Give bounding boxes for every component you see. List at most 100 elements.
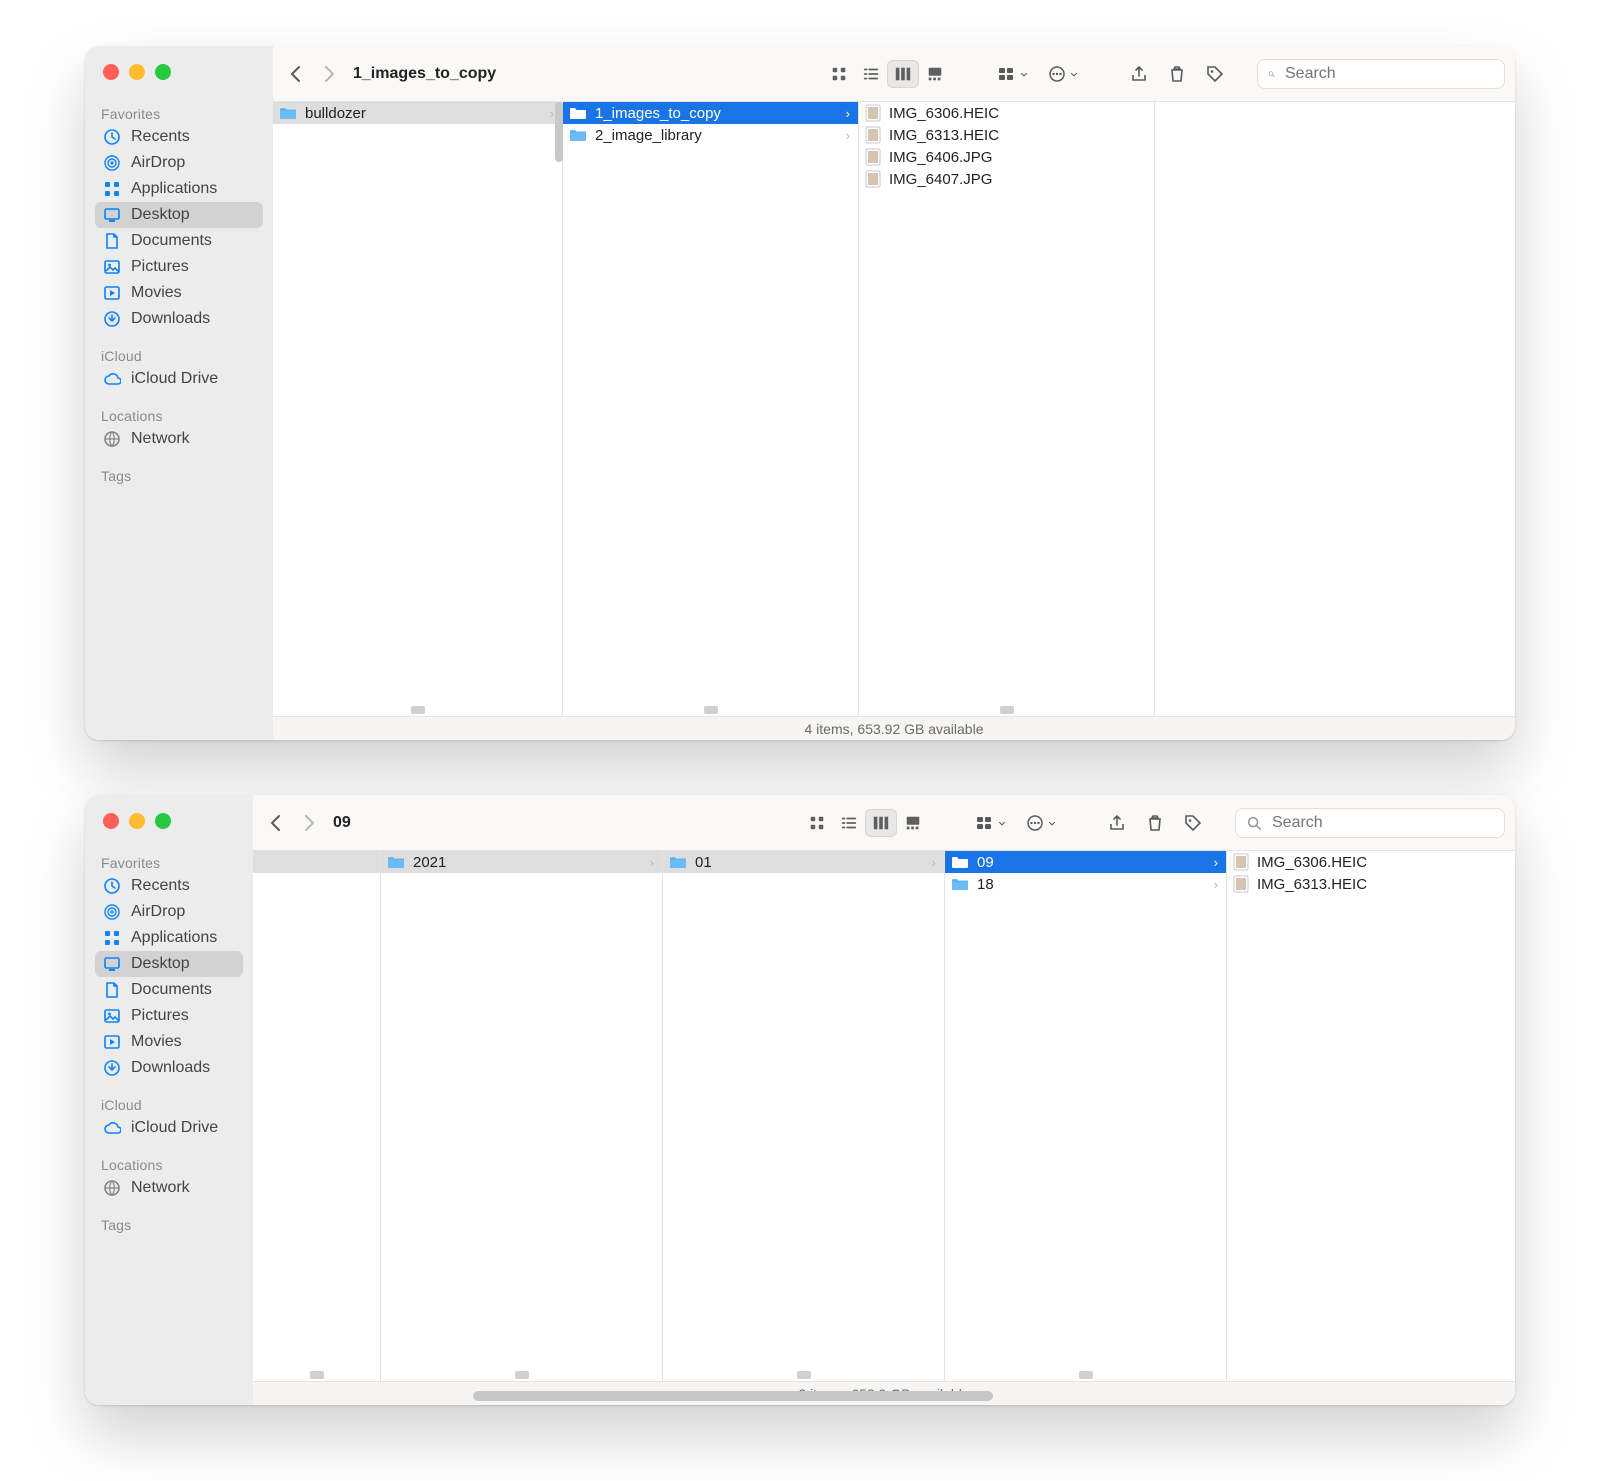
sidebar-item-documents[interactable]: Documents (95, 228, 263, 254)
view-gallery-button[interactable] (897, 809, 929, 837)
close-button[interactable] (103, 813, 119, 829)
share-button[interactable] (1125, 60, 1153, 88)
sidebar-item-applications[interactable]: Applications (95, 925, 243, 951)
column-0[interactable] (253, 851, 381, 1381)
folder-icon (669, 855, 687, 869)
group-by-button[interactable] (971, 809, 1011, 837)
back-button[interactable] (283, 60, 311, 88)
sidebar-item-pictures[interactable]: Pictures (95, 1003, 243, 1029)
sidebar-item-desktop[interactable]: Desktop (95, 202, 263, 228)
sidebar-item-downloads[interactable]: Downloads (95, 306, 263, 332)
column-1[interactable]: 2021› (381, 851, 663, 1381)
sidebar-item-airdrop[interactable]: AirDrop (95, 899, 243, 925)
folder-row[interactable]: 09› (945, 851, 1226, 873)
sidebar-item-movies[interactable]: Movies (95, 280, 263, 306)
sidebar-item-label: iCloud Drive (131, 370, 218, 388)
minimize-button[interactable] (129, 64, 145, 80)
column-2[interactable]: 1_images_to_copy›2_image_library› (563, 102, 859, 716)
sidebar-item-label: Movies (131, 1033, 182, 1051)
sidebar-item-downloads[interactable]: Downloads (95, 1055, 243, 1081)
sidebar-item-documents[interactable]: Documents (95, 977, 243, 1003)
column-resize-handle[interactable] (310, 1371, 324, 1379)
column-4[interactable] (1155, 102, 1515, 716)
movies-icon (103, 284, 121, 302)
sidebar-item-label: Pictures (131, 258, 189, 276)
view-gallery-button[interactable] (919, 60, 951, 88)
list-item[interactable] (253, 851, 380, 873)
sidebar-item-label: AirDrop (131, 903, 185, 921)
view-list-button[interactable] (833, 809, 865, 837)
sidebar-item-network[interactable]: Network (95, 1175, 243, 1201)
horizontal-scrollbar-thumb[interactable] (473, 1391, 993, 1401)
tag-button[interactable] (1179, 809, 1207, 837)
column-resize-handle[interactable] (1079, 1371, 1093, 1379)
forward-button[interactable] (315, 60, 343, 88)
column-browser: bulldozer› 1_images_to_copy›2_image_libr… (273, 102, 1515, 716)
minimize-button[interactable] (129, 813, 145, 829)
folder-row[interactable]: 2021› (381, 851, 662, 873)
view-columns-button[interactable] (865, 809, 897, 837)
action-menu-button[interactable] (1043, 60, 1083, 88)
tag-button[interactable] (1201, 60, 1229, 88)
column-resize-handle[interactable] (704, 706, 718, 714)
share-button[interactable] (1103, 809, 1131, 837)
column-resize-handle[interactable] (797, 1371, 811, 1379)
sidebar-item-movies[interactable]: Movies (95, 1029, 243, 1055)
column-2[interactable]: 01› (663, 851, 945, 1381)
sidebar-header-locations: Locations (95, 396, 263, 426)
sidebar-item-icloud-drive[interactable]: iCloud Drive (95, 366, 263, 392)
folder-row[interactable]: 18› (945, 873, 1226, 895)
column-resize-handle[interactable] (515, 1371, 529, 1379)
search-input[interactable] (1283, 64, 1494, 84)
folder-row[interactable]: 1_images_to_copy› (563, 102, 858, 124)
view-icons-button[interactable] (801, 809, 833, 837)
sidebar-item-recents[interactable]: Recents (95, 124, 263, 150)
file-row[interactable]: IMG_6306.HEIC (1227, 851, 1515, 873)
sidebar-icloud: iCloud iCloud Drive (85, 332, 273, 392)
column-resize-handle[interactable] (411, 706, 425, 714)
close-button[interactable] (103, 64, 119, 80)
column-resize-handle[interactable] (1000, 706, 1014, 714)
file-row[interactable]: IMG_6313.HEIC (859, 124, 1154, 146)
back-button[interactable] (263, 809, 291, 837)
group-by-button[interactable] (993, 60, 1033, 88)
search-field[interactable] (1235, 808, 1505, 838)
sidebar-item-icloud-drive[interactable]: iCloud Drive (95, 1115, 243, 1141)
forward-button[interactable] (295, 809, 323, 837)
search-field[interactable] (1257, 59, 1505, 89)
file-row[interactable]: IMG_6313.HEIC (1227, 873, 1515, 895)
sidebar-icloud: iCloud iCloud Drive (85, 1081, 253, 1141)
view-columns-button[interactable] (887, 60, 919, 88)
folder-row[interactable]: 01› (663, 851, 944, 873)
scrollbar-thumb[interactable] (555, 102, 563, 162)
sidebar-item-network[interactable]: Network (95, 426, 263, 452)
view-list-button[interactable] (855, 60, 887, 88)
trash-button[interactable] (1163, 60, 1191, 88)
network-icon (103, 1179, 121, 1197)
column-3[interactable]: 09›18› (945, 851, 1227, 1381)
sidebar-header-tags: Tags (95, 456, 263, 486)
fullscreen-button[interactable] (155, 813, 171, 829)
window-controls (85, 46, 273, 90)
image-file-icon (865, 126, 881, 144)
window-title: 1_images_to_copy (347, 65, 496, 83)
sidebar-item-recents[interactable]: Recents (95, 873, 243, 899)
file-row[interactable]: IMG_6406.JPG (859, 146, 1154, 168)
file-row[interactable]: IMG_6306.HEIC (859, 102, 1154, 124)
action-menu-button[interactable] (1021, 809, 1061, 837)
file-row[interactable]: IMG_6407.JPG (859, 168, 1154, 190)
item-name: 2_image_library (595, 127, 702, 144)
folder-row[interactable]: bulldozer› (273, 102, 562, 124)
column-4[interactable]: IMG_6306.HEICIMG_6313.HEIC (1227, 851, 1515, 1381)
fullscreen-button[interactable] (155, 64, 171, 80)
sidebar-item-desktop[interactable]: Desktop (95, 951, 243, 977)
view-icons-button[interactable] (823, 60, 855, 88)
trash-button[interactable] (1141, 809, 1169, 837)
column-1[interactable]: bulldozer› (273, 102, 563, 716)
folder-row[interactable]: 2_image_library› (563, 124, 858, 146)
column-3[interactable]: IMG_6306.HEICIMG_6313.HEICIMG_6406.JPGIM… (859, 102, 1155, 716)
sidebar-item-airdrop[interactable]: AirDrop (95, 150, 263, 176)
search-input[interactable] (1270, 813, 1481, 833)
sidebar-item-pictures[interactable]: Pictures (95, 254, 263, 280)
sidebar-item-applications[interactable]: Applications (95, 176, 263, 202)
